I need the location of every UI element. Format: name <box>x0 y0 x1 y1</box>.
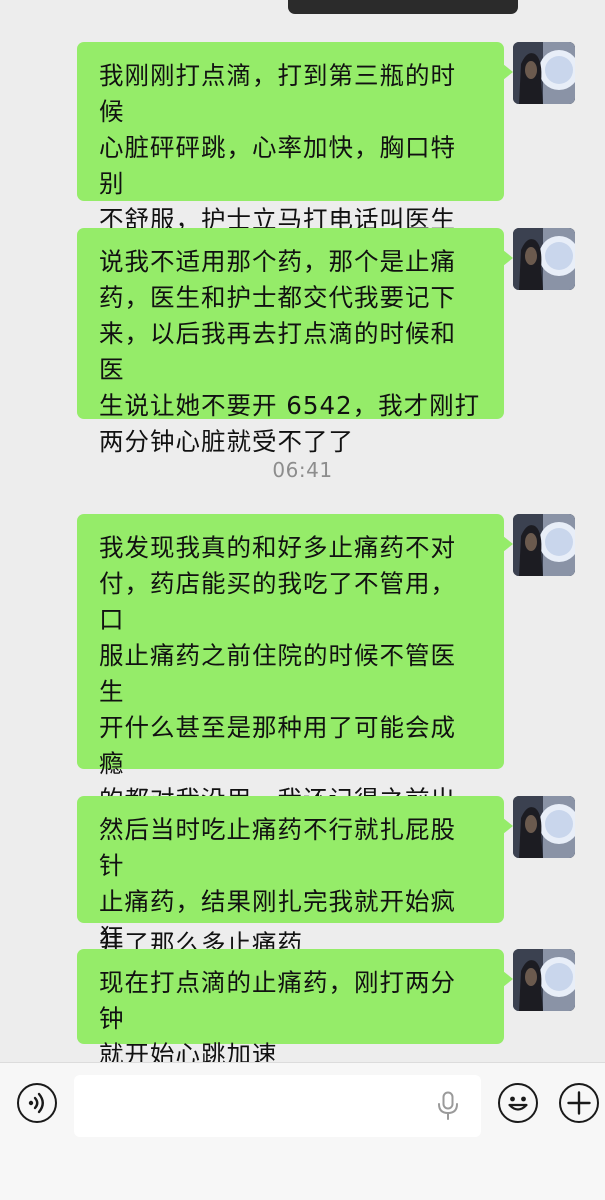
avatar-image <box>513 42 575 104</box>
user-avatar[interactable] <box>513 949 575 1011</box>
plus-icon <box>567 1091 591 1115</box>
message-bubble[interactable]: 然后当时吃止痛药不行就扎屁股针 止痛药，结果刚扎完我就开始疯狂 吐 <box>77 796 513 988</box>
avatar-image <box>513 228 575 290</box>
message-bubble[interactable]: 现在打点滴的止痛药，刚打两分钟 就开始心跳加速 <box>77 949 513 1069</box>
microphone-icon[interactable] <box>437 1091 459 1121</box>
message-bubble[interactable]: 我刚刚打点滴，打到第三瓶的时候 心脏砰砰跳，心率加快，胸口特别 不舒服，护士立马… <box>77 42 513 306</box>
user-avatar[interactable] <box>513 514 575 576</box>
emoji-icon <box>508 1096 528 1111</box>
user-avatar[interactable] <box>513 42 575 104</box>
chat-input-bar <box>0 1062 605 1200</box>
message-bubble[interactable]: 我发现我真的和好多止痛药不对 付，药店能买的我吃了不管用，口 服止痛药之前住院的… <box>77 514 513 958</box>
voice-icon <box>28 1092 44 1114</box>
message-timestamp: 06:41 <box>272 458 333 482</box>
message-bubble[interactable]: 说我不适用那个药，那个是止痛 药，医生和护士都交代我要记下 来，以后我再去打点滴… <box>77 228 513 456</box>
avatar-image <box>513 949 575 1011</box>
emoji-button[interactable] <box>498 1083 538 1123</box>
avatar-image <box>513 514 575 576</box>
user-avatar[interactable] <box>513 796 575 858</box>
avatar-image <box>513 796 575 858</box>
chat-message-area[interactable]: 我刚刚打点滴，打到第三瓶的时候 心脏砰砰跳，心率加快，胸口特别 不舒服，护士立马… <box>0 0 605 1069</box>
voice-input-button[interactable] <box>17 1083 57 1123</box>
message-input[interactable] <box>74 1075 481 1137</box>
more-options-button[interactable] <box>559 1083 599 1123</box>
user-avatar[interactable] <box>513 228 575 290</box>
